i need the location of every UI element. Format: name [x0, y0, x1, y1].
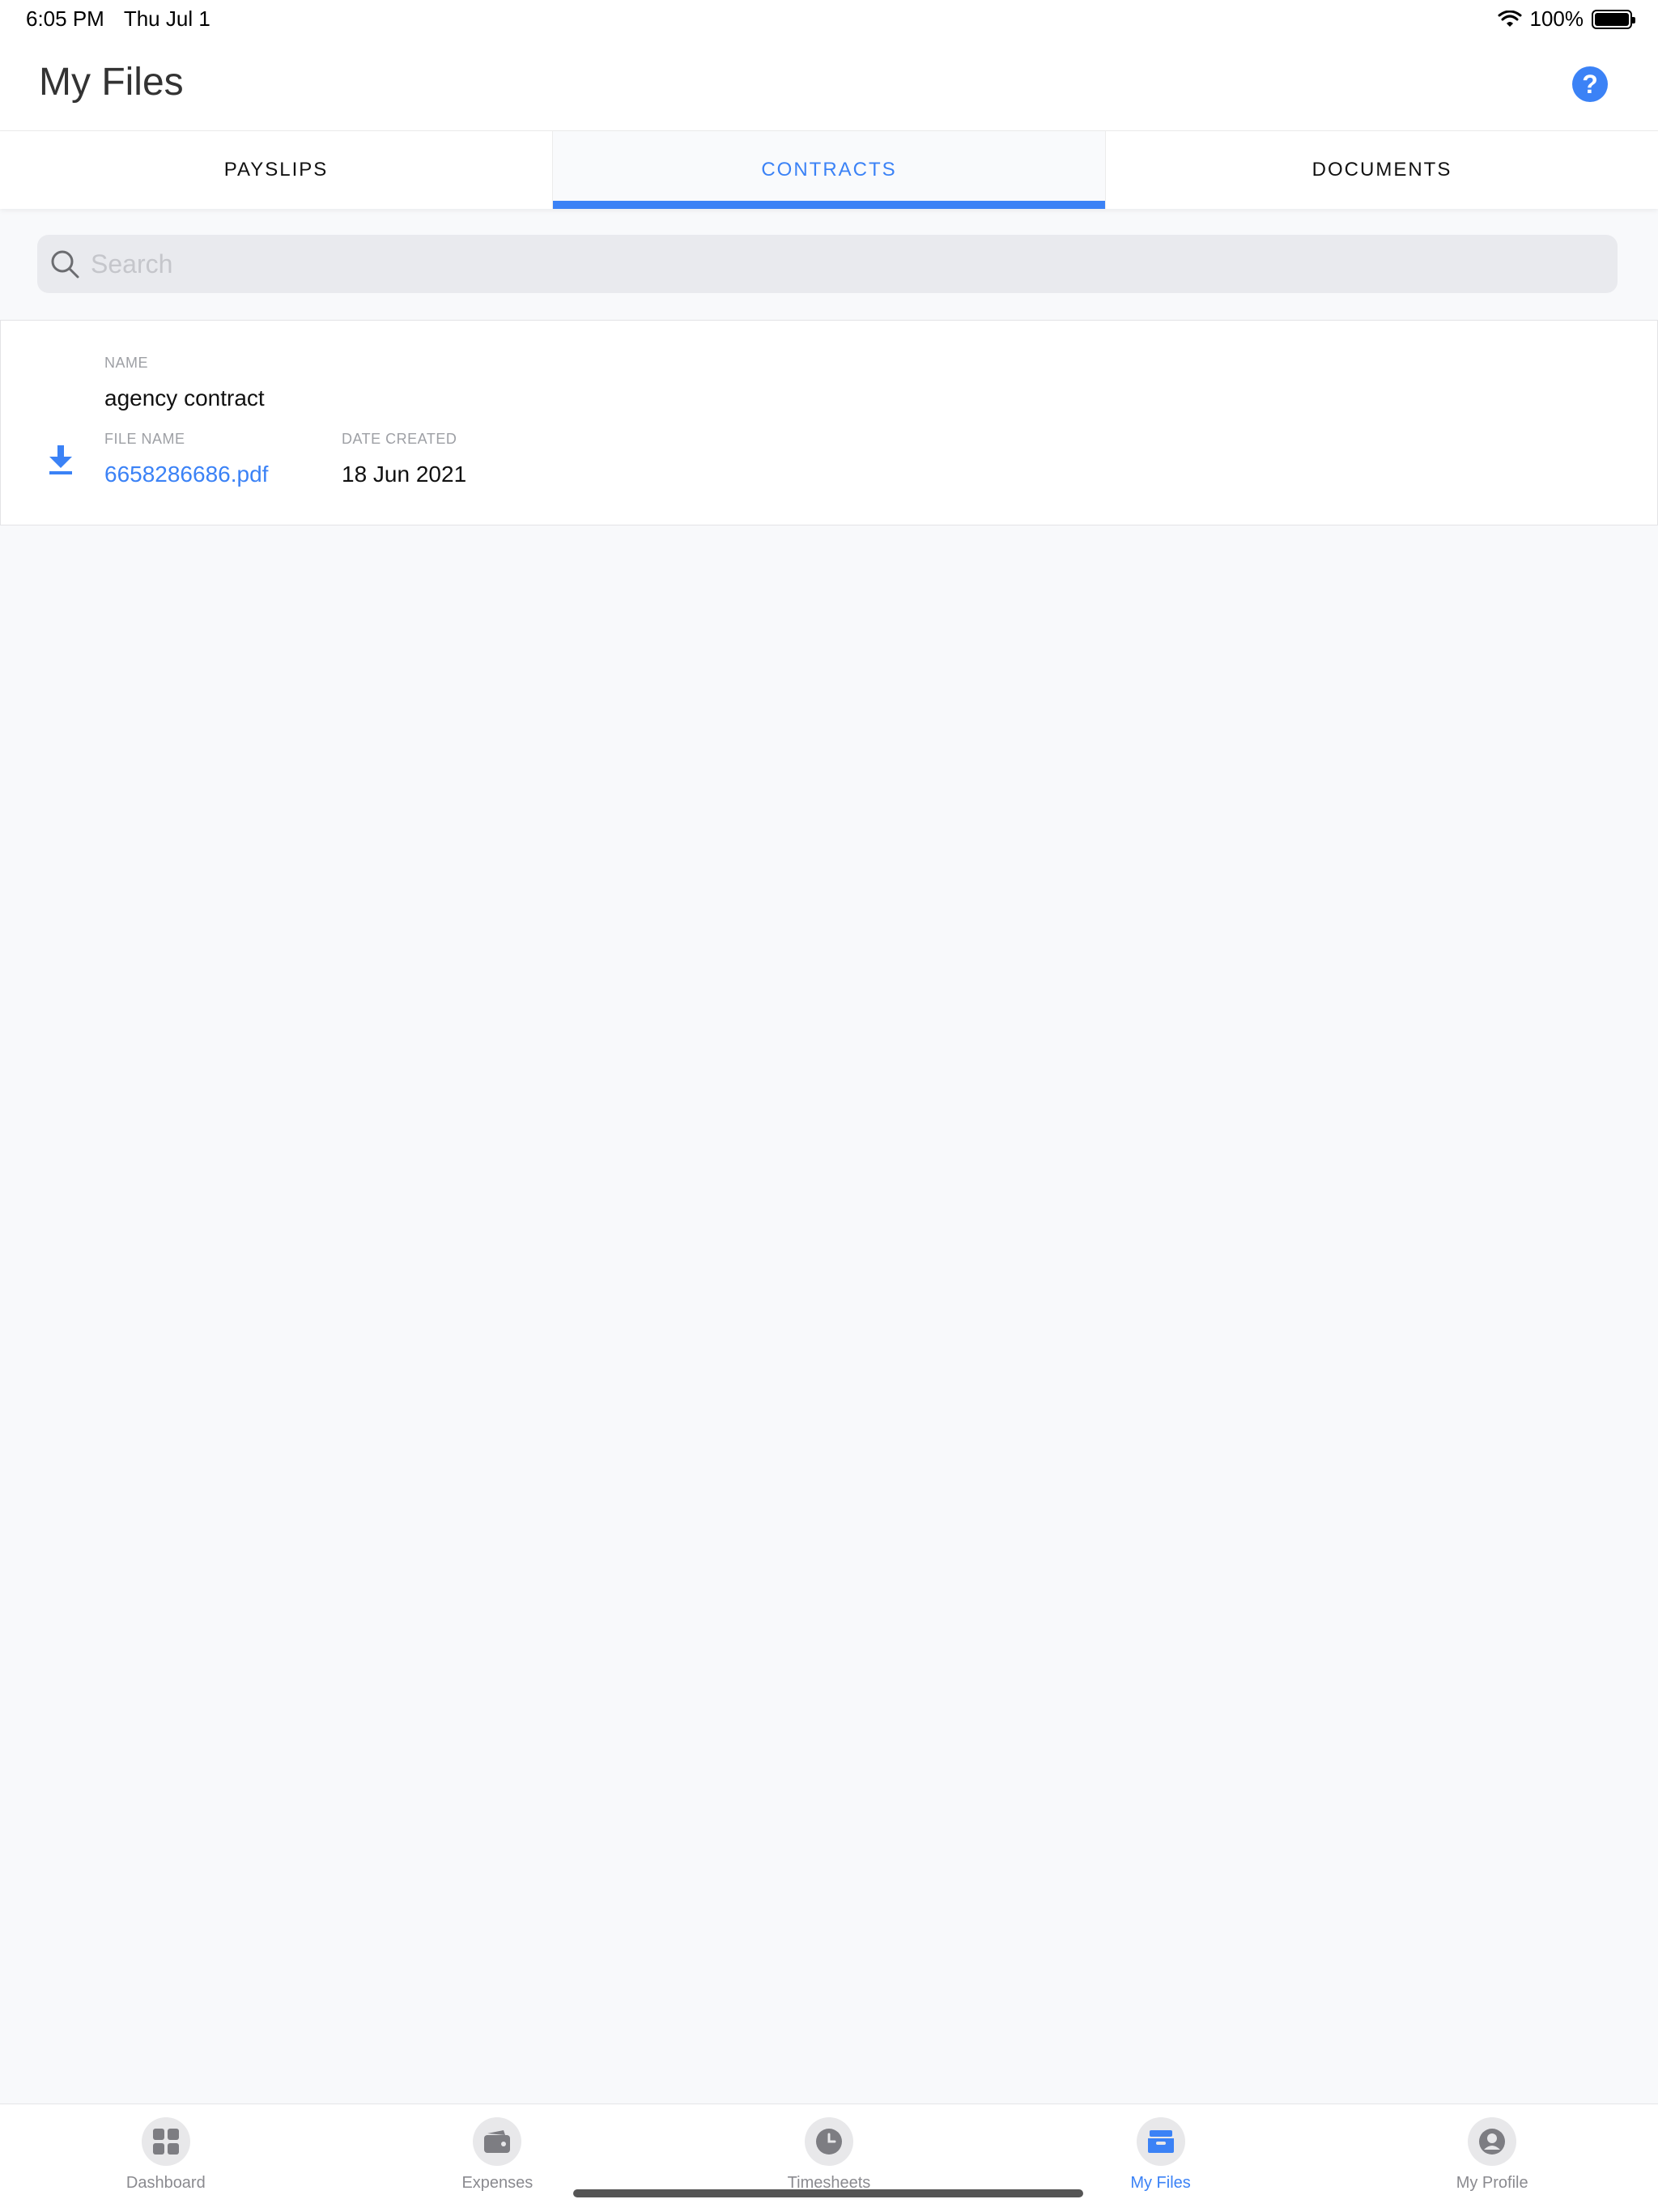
battery-icon: [1592, 9, 1635, 29]
person-icon: [1468, 2117, 1517, 2166]
grid-icon: [141, 2117, 190, 2166]
file-card[interactable]: NAME agency contract FILE NAME 665828668…: [0, 320, 1658, 525]
file-name-link[interactable]: 6658286686.pdf: [104, 462, 268, 487]
nav-label-expenses: Expenses: [461, 2174, 534, 2192]
nav-item-dashboard[interactable]: Dashboard: [0, 2104, 332, 2212]
file-name-label: FILE NAME: [104, 431, 185, 447]
nav-label-my-profile: My Profile: [1456, 2174, 1528, 2192]
status-left: 6:05 PM Thu Jul 1: [26, 6, 210, 32]
tab-contracts[interactable]: CONTRACTS: [553, 131, 1106, 209]
name-label: NAME: [104, 355, 149, 371]
page-title: My Files: [39, 61, 184, 104]
search-bar: [37, 235, 1618, 293]
wallet-icon: [473, 2117, 522, 2166]
nav-label-my-files: My Files: [1130, 2174, 1191, 2192]
file-title: agency contract: [104, 385, 265, 410]
status-time: 6:05 PM: [26, 6, 104, 31]
date-created-value: 18 Jun 2021: [342, 462, 467, 487]
status-date: Thu Jul 1: [123, 6, 210, 31]
clock-icon: [804, 2117, 853, 2166]
search-icon: [51, 250, 79, 279]
wifi-icon: [1498, 10, 1521, 27]
inbox-icon: [1136, 2117, 1185, 2166]
download-icon[interactable]: [46, 444, 75, 476]
date-created-label: DATE CREATED: [342, 431, 457, 447]
status-right: 100%: [1498, 6, 1635, 32]
status-bar: 6:05 PM Thu Jul 1 100%: [0, 0, 1658, 37]
tab-documents[interactable]: DOCUMENTS: [1106, 131, 1658, 209]
home-indicator[interactable]: [573, 2189, 1083, 2197]
help-icon[interactable]: ?: [1572, 66, 1608, 102]
tab-payslips[interactable]: PAYSLIPS: [0, 131, 553, 209]
nav-item-my-profile[interactable]: My Profile: [1326, 2104, 1658, 2212]
tab-bar: PAYSLIPS CONTRACTS DOCUMENTS: [0, 131, 1658, 209]
battery-percent: 100%: [1529, 6, 1584, 31]
search-input[interactable]: [91, 249, 1618, 279]
nav-label-dashboard: Dashboard: [125, 2174, 206, 2192]
header: My Files ?: [0, 37, 1658, 131]
